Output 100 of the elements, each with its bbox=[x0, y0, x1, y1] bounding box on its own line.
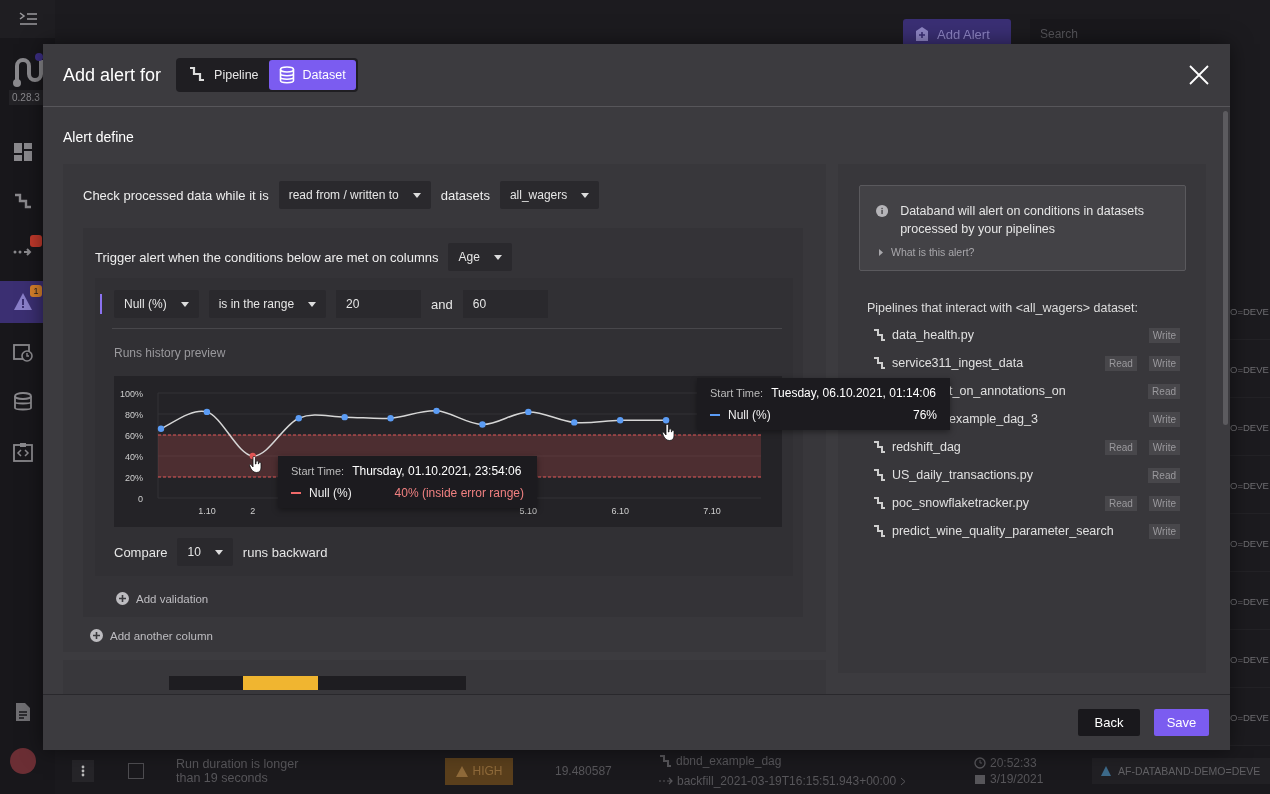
count-dropdown[interactable]: 10 bbox=[177, 538, 233, 566]
section-title: Alert define bbox=[63, 129, 135, 146]
data-point bbox=[295, 415, 302, 422]
info-icon bbox=[876, 202, 889, 220]
axis-label: 60% bbox=[125, 431, 143, 441]
run-date: 3/19/2021 bbox=[990, 772, 1044, 786]
data-point bbox=[157, 425, 165, 432]
run-time: 20:52:33 bbox=[990, 756, 1037, 770]
pipeline-name[interactable]: predict_wine_quality_parameter_search bbox=[892, 524, 1137, 538]
version-label: 0.28.3 bbox=[9, 90, 43, 105]
access-tag: Read bbox=[1104, 439, 1137, 455]
axis-label: 20% bbox=[125, 473, 143, 483]
field-label: and bbox=[431, 296, 453, 312]
code-icon bbox=[13, 442, 33, 462]
access-tag: Write bbox=[1148, 327, 1180, 343]
access-tag: Write bbox=[1148, 495, 1180, 511]
hand-cursor-icon bbox=[662, 424, 675, 441]
data-point bbox=[616, 417, 624, 424]
field-label: Compare bbox=[114, 544, 168, 560]
caret-icon bbox=[308, 301, 317, 307]
access-tag: Read bbox=[1148, 383, 1180, 399]
caret-icon bbox=[412, 192, 421, 198]
caret-icon bbox=[214, 549, 223, 555]
tooltip-label: Start Time: bbox=[291, 465, 345, 477]
access-tag: Write bbox=[1148, 439, 1180, 455]
access-tag: Write bbox=[1148, 523, 1180, 539]
list-title: Pipelines that interact with <all_wagers> dataset: bbox=[867, 301, 1139, 315]
calendar-clock-icon bbox=[13, 342, 33, 362]
nav-item[interactable]: 1 bbox=[0, 281, 46, 323]
field-label: runs backward bbox=[242, 544, 328, 560]
chevron-icon bbox=[900, 776, 907, 786]
add-icon bbox=[90, 629, 103, 642]
warning-icon bbox=[455, 765, 468, 777]
notification-badge: 1 bbox=[30, 285, 42, 297]
close-icon bbox=[1188, 64, 1210, 86]
axis-label: 0 bbox=[138, 494, 143, 504]
pipeline-name[interactable]: service311_ingest_data bbox=[892, 356, 1093, 370]
pipeline-icon bbox=[873, 496, 886, 510]
toggle-option[interactable]: Dataset bbox=[268, 60, 356, 90]
tooltip-time: Tuesday, 06.10.2021, 01:14:06 bbox=[771, 386, 936, 400]
pipeline-icon bbox=[873, 440, 886, 454]
field-label: datasets bbox=[440, 187, 490, 203]
database-icon bbox=[278, 66, 295, 84]
save-button[interactable]: Save bbox=[1154, 709, 1209, 736]
caret-icon bbox=[493, 254, 502, 260]
pipeline-name[interactable]: data_health.py bbox=[892, 328, 1137, 342]
min-field[interactable]: 20 bbox=[336, 290, 422, 318]
axis-label: 6.10 bbox=[611, 506, 629, 516]
field-label: Check processed data while it is bbox=[83, 187, 269, 203]
data-point bbox=[433, 407, 440, 415]
warning-icon bbox=[13, 292, 33, 312]
tooltip-series: Null (%) bbox=[309, 486, 353, 500]
data-point bbox=[571, 419, 578, 426]
pipeline-name[interactable]: redshift_dag bbox=[892, 440, 1093, 454]
pipeline-icon bbox=[873, 356, 886, 370]
pipeline-name[interactable]: poc_snowflaketracker.py bbox=[892, 496, 1093, 510]
add-alert-icon bbox=[915, 27, 929, 41]
expand-link[interactable]: What is this alert? bbox=[878, 246, 975, 258]
pipeline-name[interactable]: example_dag_3 bbox=[949, 412, 1137, 426]
back-button[interactable]: Back bbox=[1078, 709, 1140, 736]
tooltip-value: 40% (inside error range) bbox=[394, 486, 524, 500]
max-field[interactable]: 60 bbox=[462, 290, 548, 318]
metric-dropdown[interactable]: Null (%) bbox=[114, 290, 199, 318]
access-tag: Write bbox=[1148, 411, 1180, 427]
add-validation-link[interactable]: Add validation bbox=[116, 592, 209, 605]
operator-dropdown[interactable]: is in the range bbox=[208, 290, 327, 318]
add-column-link[interactable]: Add another column bbox=[90, 629, 213, 642]
pipeline-name[interactable]: US_daily_transactions.py bbox=[892, 468, 1137, 482]
mode-dropdown[interactable]: read from / written to bbox=[278, 181, 431, 209]
scrollbar[interactable] bbox=[1223, 111, 1228, 425]
data-point bbox=[341, 413, 348, 421]
preview-title: Runs history preview bbox=[114, 346, 227, 360]
data-point bbox=[525, 408, 532, 416]
dialog-title: Add alert for bbox=[63, 64, 162, 86]
access-tag: Read bbox=[1104, 355, 1137, 371]
dataset-dropdown[interactable]: all_wagers bbox=[499, 181, 600, 209]
toggle-option[interactable]: Pipeline bbox=[178, 60, 269, 90]
tooltip-time: Thursday, 01.10.2021, 23:54:06 bbox=[352, 464, 522, 478]
data-point bbox=[203, 408, 211, 416]
pipeline-icon bbox=[873, 468, 886, 482]
axis-label: 7.10 bbox=[703, 506, 721, 516]
menu-icon[interactable] bbox=[18, 12, 37, 26]
caret-icon bbox=[878, 248, 883, 256]
tooltip-series: Null (%) bbox=[728, 408, 772, 422]
close-button[interactable] bbox=[1188, 64, 1210, 86]
pipeline-icon bbox=[873, 524, 886, 538]
column-dropdown[interactable]: Age bbox=[448, 243, 512, 271]
kebab-icon bbox=[81, 765, 85, 777]
data-point bbox=[479, 421, 486, 428]
clock-icon bbox=[974, 757, 986, 769]
pipeline-name[interactable]: t_on_annotations_on bbox=[949, 384, 1137, 398]
pipeline-icon bbox=[873, 328, 886, 342]
alert-description: Run duration is longer than 19 seconds bbox=[176, 757, 300, 785]
more-button[interactable] bbox=[72, 760, 94, 782]
caret-icon bbox=[581, 192, 590, 198]
database-icon bbox=[13, 392, 33, 412]
logo-icon bbox=[10, 52, 45, 88]
axis-label: 100% bbox=[119, 389, 143, 399]
checkbox[interactable] bbox=[128, 763, 144, 779]
axis-label: 5.10 bbox=[519, 506, 538, 516]
